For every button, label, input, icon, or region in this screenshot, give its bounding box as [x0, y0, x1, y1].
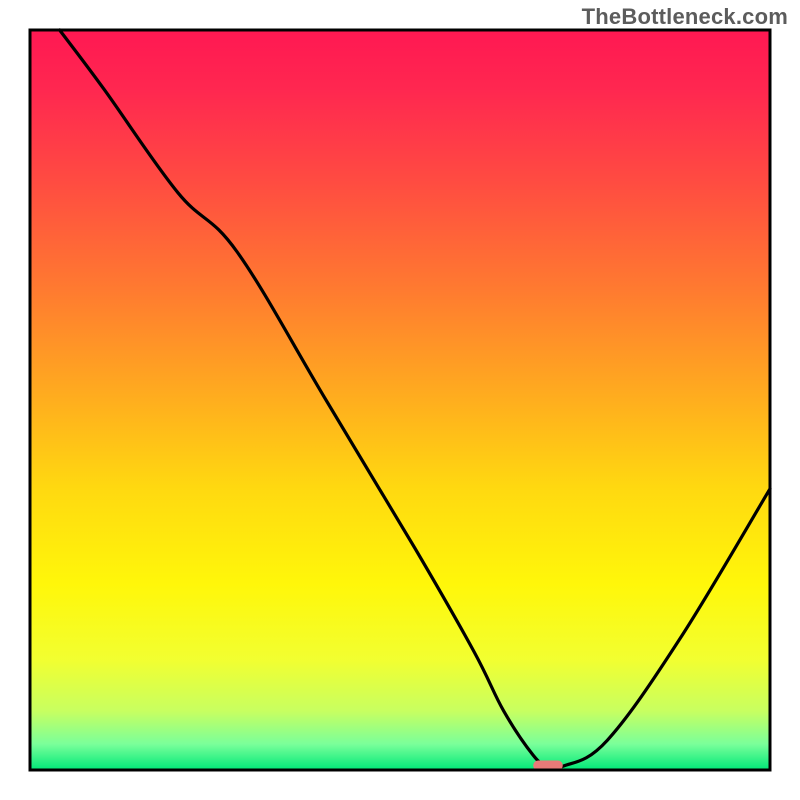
- chart-container: TheBottleneck.com: [0, 0, 800, 800]
- bottleneck-chart: [0, 0, 800, 800]
- attribution-label: TheBottleneck.com: [582, 4, 788, 30]
